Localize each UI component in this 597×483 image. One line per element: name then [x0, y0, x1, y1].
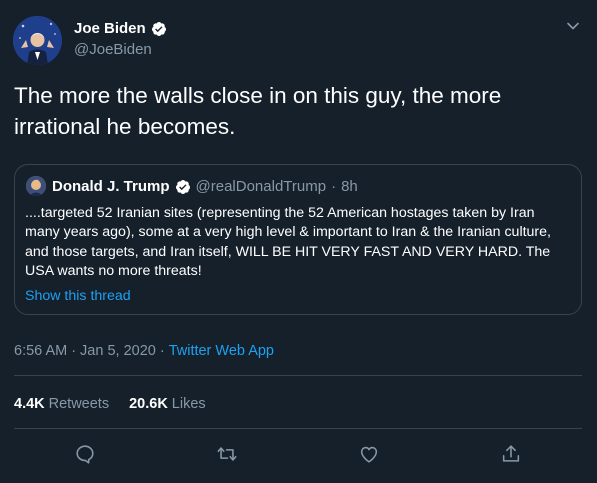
- meta-separator: ·: [159, 343, 165, 359]
- heart-icon: [360, 446, 378, 463]
- divider: [14, 375, 582, 376]
- author-name-row: Joe Biden: [74, 20, 167, 37]
- quoted-tweet-card[interactable]: Donald J. Trump @realDonaldTrump · 8h ..…: [14, 164, 582, 315]
- retweet-button[interactable]: [216, 443, 238, 465]
- share-button[interactable]: [500, 443, 522, 465]
- tweet-text: The more the walls close in on this guy,…: [14, 83, 502, 139]
- verified-badge-icon: [175, 179, 191, 195]
- tweet-detail: Joe Biden @JoeBiden The more the walls c…: [0, 0, 597, 483]
- tweet-source-link[interactable]: Twitter Web App: [169, 343, 274, 359]
- tweet-meta: 6:56 AM · Jan 5, 2020 · Twitter Web App: [14, 343, 274, 359]
- share-icon: [502, 445, 520, 462]
- author-handle[interactable]: @JoeBiden: [74, 41, 152, 58]
- quoted-author-name: Donald J. Trump: [52, 178, 170, 195]
- author-avatar[interactable]: [13, 16, 62, 65]
- show-thread-link[interactable]: Show this thread: [25, 288, 131, 304]
- tweet-time[interactable]: 6:56 AM: [14, 343, 67, 359]
- likes-stat[interactable]: 20.6K Likes: [129, 396, 206, 412]
- action-bar: [0, 443, 597, 467]
- reply-icon: [76, 445, 94, 464]
- divider: [14, 428, 582, 429]
- retweets-stat[interactable]: 4.4K Retweets: [14, 396, 109, 412]
- tweet-date[interactable]: Jan 5, 2020: [80, 343, 156, 359]
- verified-badge-icon: [151, 21, 167, 37]
- quoted-time: 8h: [341, 178, 358, 195]
- like-button[interactable]: [358, 443, 380, 465]
- quoted-tweet-text: ....targeted 52 Iranian sites (represent…: [25, 205, 551, 279]
- avatar-image: [13, 16, 62, 65]
- quoted-author-handle: @realDonaldTrump: [195, 178, 327, 195]
- meta-separator: ·: [71, 343, 77, 359]
- retweets-count: 4.4K: [14, 396, 45, 412]
- likes-label: Likes: [171, 396, 206, 412]
- tweet-stats: 4.4K Retweets 20.6K Likes: [14, 396, 206, 412]
- quoted-separator: ·: [331, 178, 337, 195]
- reply-button[interactable]: [74, 443, 96, 465]
- retweet-icon: [217, 447, 237, 461]
- quoted-author-avatar: [26, 176, 46, 196]
- author-name[interactable]: Joe Biden: [74, 20, 146, 37]
- chevron-down-icon[interactable]: [565, 18, 581, 34]
- likes-count: 20.6K: [129, 396, 168, 412]
- quoted-header: Donald J. Trump @realDonaldTrump · 8h: [52, 178, 358, 195]
- retweets-label: Retweets: [48, 396, 110, 412]
